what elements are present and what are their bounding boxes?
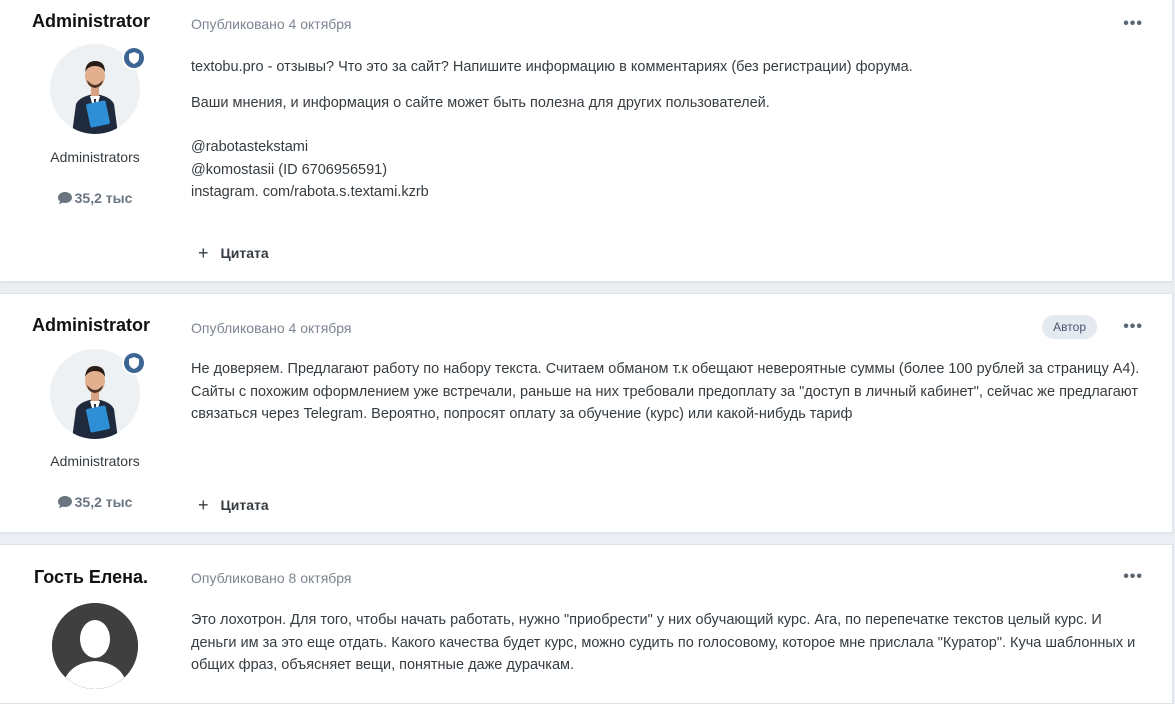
- post-paragraph: textobu.pro - отзывы? Что это за сайт? Н…: [191, 59, 913, 75]
- post-1: Administrator Administrators 35,2 тыс Оп…: [0, 0, 1173, 282]
- more-options-button[interactable]: •••: [1123, 568, 1143, 586]
- post-paragraph: Ваши мнения, и информация о сайте может …: [191, 94, 770, 111]
- comment-icon: [57, 496, 72, 509]
- post-count: 35,2 тыс: [0, 190, 190, 206]
- post-count-value: 35,2 тыс: [74, 190, 133, 206]
- plus-icon: +: [198, 495, 209, 515]
- post-content: textobu.pro - отзывы? Что это за сайт? Н…: [191, 56, 1140, 204]
- plus-icon: +: [198, 243, 209, 263]
- published-date[interactable]: Опубликовано 8 октября: [191, 570, 352, 586]
- published-date[interactable]: Опубликовано 4 октября: [191, 16, 352, 32]
- default-user-icon: [52, 603, 138, 689]
- post-content: Это лохотрон. Для того, чтобы начать раб…: [191, 609, 1140, 690]
- quote-label: Цитата: [220, 245, 269, 261]
- author-name[interactable]: Administrator: [0, 11, 182, 32]
- post-content: Не доверяем. Предлагают работу по набору…: [191, 358, 1140, 439]
- group-name: Administrators: [50, 453, 140, 469]
- avatar[interactable]: [50, 349, 146, 439]
- contact-line: @rabotastekstami: [191, 139, 309, 155]
- post-paragraph: Не доверяем. Предлагают работу по набору…: [191, 361, 1140, 422]
- avatar[interactable]: [50, 44, 146, 134]
- moderator-badge: [122, 46, 146, 70]
- post-count: 35,2 тыс: [0, 494, 190, 510]
- more-options-button[interactable]: •••: [1123, 15, 1143, 33]
- shield-icon: [129, 357, 139, 369]
- shield-icon: [129, 52, 139, 64]
- post-paragraph: Это лохотрон. Для того, чтобы начать раб…: [191, 612, 1136, 673]
- comment-icon: [57, 192, 72, 205]
- quote-label: Цитата: [220, 497, 269, 513]
- quote-button[interactable]: + Цитата: [198, 495, 269, 516]
- avatar: [52, 603, 138, 689]
- author-name[interactable]: Administrator: [0, 315, 182, 336]
- contact-line: instagram. com/rabota.s.textami.kzrb: [191, 184, 429, 200]
- published-date[interactable]: Опубликовано 4 октября: [191, 320, 352, 336]
- more-options-button[interactable]: •••: [1123, 318, 1143, 336]
- post-3: Гость Елена. Опубликовано 8 октября ••• …: [0, 544, 1173, 704]
- post-2: Administrator Administrators 35,2 тыс Оп…: [0, 293, 1173, 533]
- contact-line: @komostasii (ID 6706956591): [191, 161, 388, 178]
- group-name: Administrators: [50, 149, 140, 165]
- moderator-badge: [122, 351, 146, 375]
- author-badge: Автор: [1042, 315, 1097, 339]
- author-name: Гость Елена.: [33, 567, 149, 587]
- post-count-value: 35,2 тыс: [74, 494, 133, 510]
- quote-button[interactable]: + Цитата: [198, 243, 269, 264]
